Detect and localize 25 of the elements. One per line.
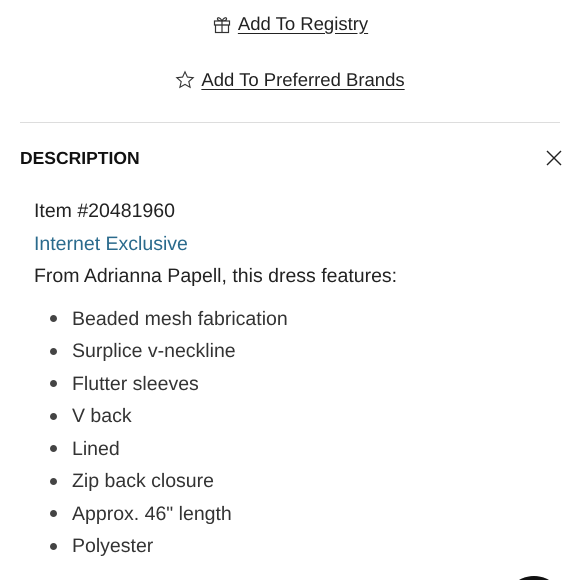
item-number: Item #20481960 <box>34 199 176 224</box>
feature-text: Zip back closure <box>72 469 214 494</box>
feature-text: V back <box>72 404 132 429</box>
bullet-icon <box>50 445 57 452</box>
bullet-icon <box>50 510 57 518</box>
feature-text: Beaded mesh fabrication <box>72 306 288 332</box>
star-icon <box>175 70 196 90</box>
exclusive-link[interactable]: Internet Exclusive <box>34 232 188 254</box>
bullet-icon <box>50 542 57 550</box>
feature-text: Surplice v-neckline <box>72 339 236 364</box>
gift-icon <box>212 14 232 34</box>
feature-text: Approx. 46" length <box>72 502 232 526</box>
intro-text: From Adrianna Papell, this dress features: <box>34 264 398 289</box>
link-button[interactable]: Add To Preferred Brands <box>175 69 405 91</box>
close-icon <box>545 149 563 167</box>
section-title: DESCRIPTION <box>20 148 140 168</box>
bullet-icon <box>50 348 57 355</box>
link-button[interactable]: Add To Registry <box>212 13 368 35</box>
bullet-icon <box>50 380 57 388</box>
bullet-icon <box>50 315 57 322</box>
bullet-icon <box>50 412 57 420</box>
feature-text: Lined <box>72 436 120 462</box>
feature-text: Flutter sleeves <box>72 372 199 396</box>
feature-text: Polyester <box>72 534 154 559</box>
bullet-icon <box>50 478 57 485</box>
